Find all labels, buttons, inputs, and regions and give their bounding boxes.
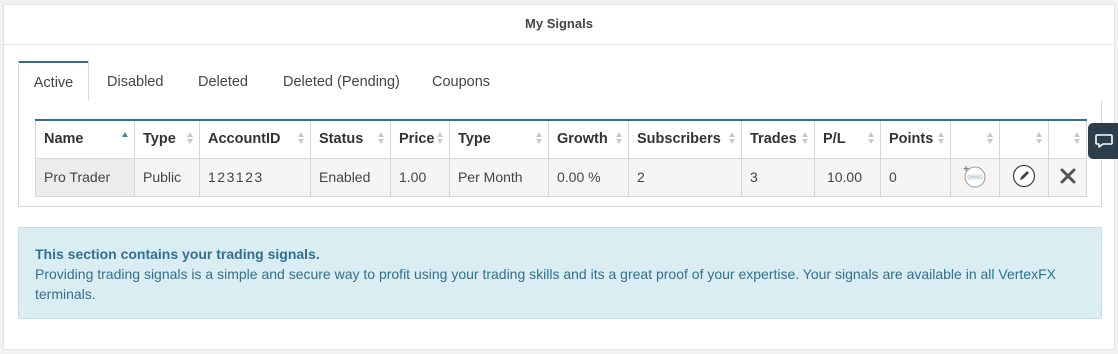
sort-icon — [378, 132, 385, 146]
add-coupon-icon[interactable] — [963, 164, 987, 191]
column-header-edit-action[interactable] — [999, 119, 1049, 159]
tab-active[interactable]: Active — [18, 61, 89, 103]
sort-icon — [298, 132, 305, 146]
column-header-account-id[interactable]: AccountID — [199, 119, 311, 159]
cell-growth: 0.00 % — [548, 157, 629, 197]
column-header-growth[interactable]: Growth — [548, 119, 629, 159]
tab-deleted[interactable]: Deleted — [198, 61, 248, 102]
chat-bubble-icon — [1095, 134, 1113, 148]
cell-points: 0 — [880, 157, 951, 197]
cell-name: Pro Trader — [35, 157, 135, 197]
delete-icon[interactable] — [1059, 167, 1077, 188]
sort-icon — [729, 132, 736, 146]
sort-icon — [987, 132, 994, 146]
edit-icon[interactable] — [1012, 164, 1036, 191]
cell-coupon-action — [950, 157, 1000, 197]
column-header-period-type[interactable]: Type — [449, 119, 549, 159]
column-header-subscribers[interactable]: Subscribers — [628, 119, 742, 159]
info-body: Providing trading signals is a simple an… — [35, 266, 1056, 302]
sort-icon — [868, 132, 875, 146]
signals-table: Name Type AccountID Status Price Type Gr… — [35, 119, 1087, 197]
column-header-name[interactable]: Name — [35, 119, 135, 159]
table-header-row: Name Type AccountID Status Price Type Gr… — [35, 119, 1087, 159]
sort-icon — [187, 132, 194, 146]
cell-period: Per Month — [449, 157, 549, 197]
sort-icon — [1036, 132, 1043, 146]
tab-content-active: Name Type AccountID Status Price Type Gr… — [18, 101, 1102, 207]
cell-pl: 10.00 — [814, 157, 881, 197]
column-header-trades[interactable]: Trades — [741, 119, 815, 159]
cell-type: Public — [134, 157, 200, 197]
tab-deleted-pending[interactable]: Deleted (Pending) — [283, 61, 400, 102]
cell-status: Enabled — [310, 157, 391, 197]
sort-ascending-icon — [122, 132, 129, 146]
cell-edit-action — [999, 157, 1049, 197]
cell-account-id: 123123 — [199, 157, 311, 197]
tab-coupons[interactable]: Coupons — [432, 61, 490, 102]
column-header-coupon-action[interactable] — [950, 119, 1000, 159]
tab-disabled[interactable]: Disabled — [107, 61, 163, 102]
column-header-pl[interactable]: P/L — [814, 119, 881, 159]
sort-icon — [616, 132, 623, 146]
cell-subscribers: 2 — [628, 157, 742, 197]
sort-icon — [938, 132, 945, 146]
column-header-type[interactable]: Type — [134, 119, 200, 159]
info-heading: This section contains your trading signa… — [35, 246, 320, 262]
cell-price: 1.00 — [390, 157, 450, 197]
column-header-delete-action[interactable] — [1048, 119, 1087, 159]
signals-panel: My Signals Active Disabled Deleted Delet… — [3, 4, 1115, 350]
info-alert: This section contains your trading signa… — [18, 227, 1102, 319]
column-header-points[interactable]: Points — [880, 119, 951, 159]
sort-icon — [1074, 132, 1081, 146]
tab-strip: Active Disabled Deleted Deleted (Pending… — [18, 61, 1102, 103]
sort-icon — [536, 132, 543, 146]
table-row[interactable]: Pro Trader Public 123123 Enabled 1.00 Pe… — [35, 157, 1087, 197]
column-header-status[interactable]: Status — [310, 119, 391, 159]
sort-icon — [802, 132, 809, 146]
column-header-price[interactable]: Price — [390, 119, 450, 159]
cell-trades: 3 — [741, 157, 815, 197]
chat-button[interactable] — [1088, 123, 1118, 159]
page-title: My Signals — [4, 5, 1114, 45]
sort-icon — [437, 132, 444, 146]
cell-delete-action — [1048, 157, 1087, 197]
